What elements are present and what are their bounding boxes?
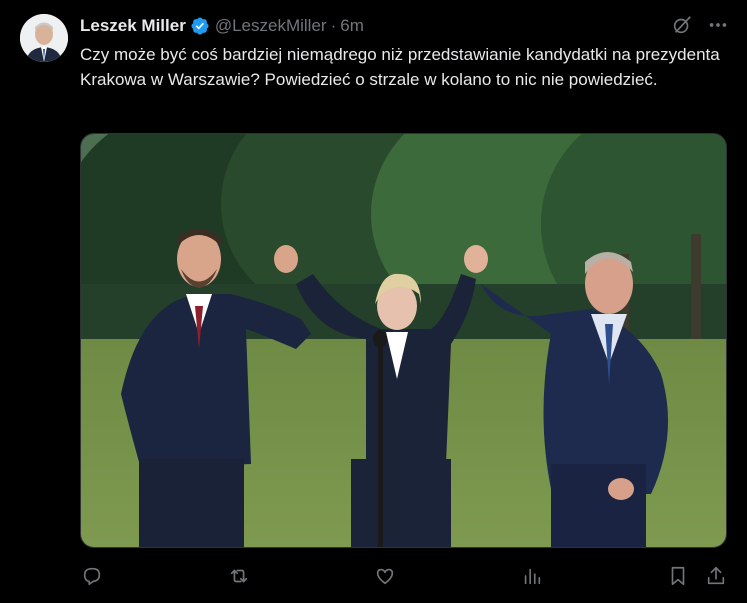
- verified-badge-icon: [190, 16, 210, 36]
- views-icon[interactable]: [520, 564, 544, 588]
- share-icon[interactable]: [704, 564, 728, 588]
- tweet-text: Czy może być coś bardziej niemądrego niż…: [80, 45, 720, 89]
- reply-icon[interactable]: [80, 564, 104, 588]
- bookmark-icon[interactable]: [666, 564, 690, 588]
- handle[interactable]: @LeszekMiller: [215, 16, 327, 36]
- separator-dot: ·: [330, 16, 337, 35]
- display-name[interactable]: Leszek Miller: [80, 16, 186, 36]
- top-actions: [671, 14, 729, 36]
- tweet-header: Leszek Miller @LeszekMiller · 6m: [80, 14, 364, 38]
- avatar[interactable]: [20, 14, 68, 62]
- repost-icon[interactable]: [227, 564, 251, 588]
- grok-icon[interactable]: [671, 14, 693, 36]
- more-icon[interactable]: [707, 14, 729, 36]
- tweet-actions: [80, 562, 730, 590]
- tweet-photo[interactable]: [80, 133, 727, 548]
- timestamp[interactable]: 6m: [340, 16, 364, 36]
- like-icon[interactable]: [373, 564, 397, 588]
- tweet[interactable]: Leszek Miller @LeszekMiller · 6m Czy moż…: [0, 0, 747, 603]
